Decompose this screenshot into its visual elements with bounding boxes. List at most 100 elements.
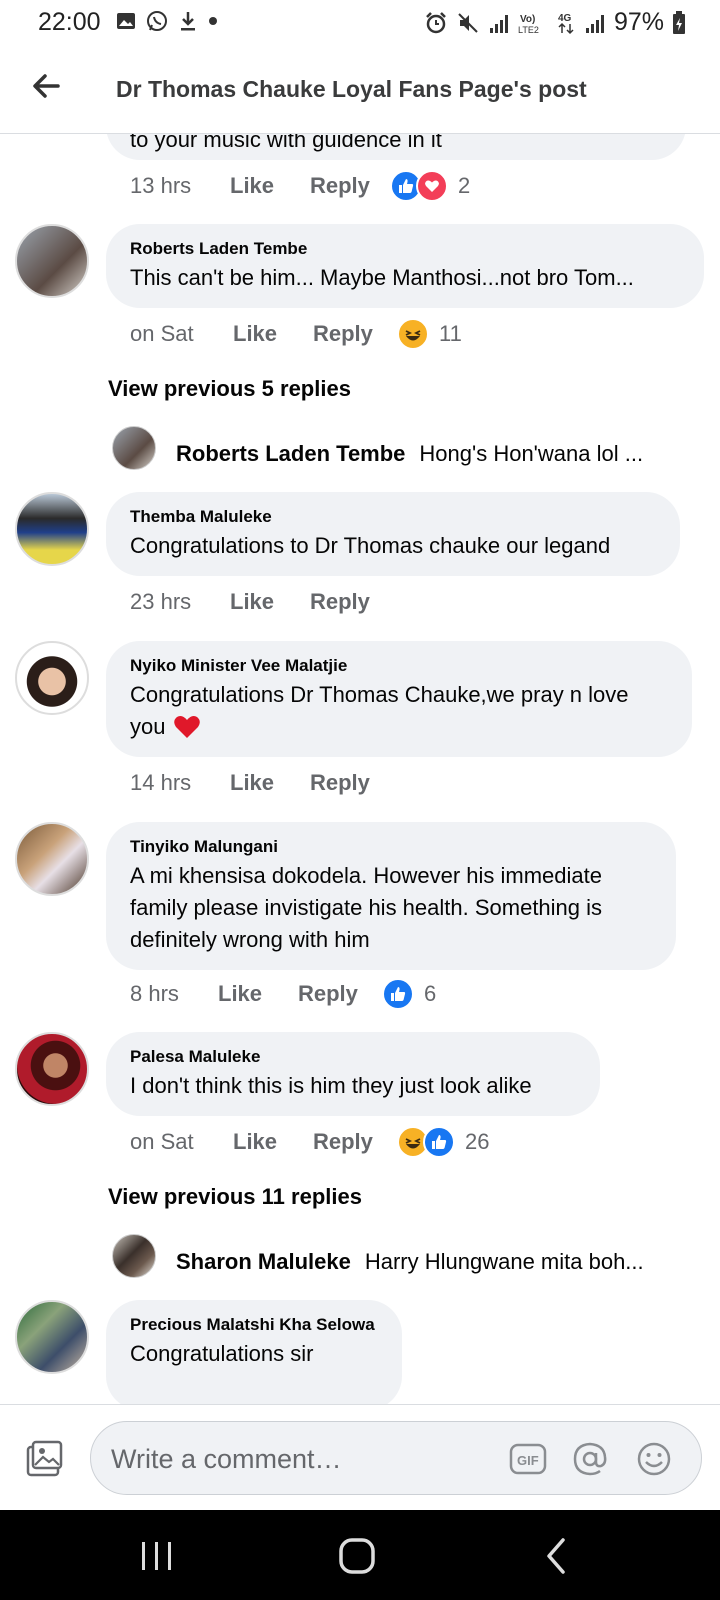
svg-text:Vo): Vo) <box>520 14 535 25</box>
comment-author[interactable]: Roberts Laden Tembe <box>130 238 680 260</box>
reply-button[interactable]: Reply <box>310 589 390 615</box>
comment-actions: on Sat Like Reply 26 <box>130 1125 489 1159</box>
back-arrow-icon[interactable] <box>28 68 64 104</box>
system-nav-bar <box>0 1510 720 1600</box>
comment-time: on Sat <box>130 1129 194 1154</box>
comment-text: to your music with guidence in it <box>130 134 442 152</box>
comment-author[interactable]: Precious Malatshi Kha Selowa <box>130 1314 378 1336</box>
comment-time: 13 hrs <box>130 173 192 198</box>
reply-button[interactable]: Reply <box>310 173 390 199</box>
mention-icon[interactable] <box>571 1440 609 1478</box>
svg-text:LTE2: LTE2 <box>518 25 539 35</box>
comment-time: 8 hrs <box>130 981 179 1006</box>
mute-icon <box>458 12 478 33</box>
recent-apps-icon[interactable] <box>137 1536 177 1576</box>
comment-author[interactable]: Themba Maluleke <box>130 506 656 528</box>
reaction-summary[interactable]: 26 <box>397 1126 489 1158</box>
comment-time: 14 hrs <box>130 770 192 795</box>
reaction-count: 26 <box>465 1129 490 1154</box>
comments-feed[interactable]: to your music with guidence in it 13 hrs… <box>0 134 720 1404</box>
reaction-count: 6 <box>424 981 437 1006</box>
status-time: 22:00 <box>38 8 101 36</box>
download-icon <box>181 12 195 31</box>
comment-text: I don't think this is him they just look… <box>130 1073 532 1098</box>
avatar[interactable] <box>112 426 156 470</box>
dot-icon <box>209 17 217 25</box>
view-previous-replies[interactable]: View previous 5 replies <box>108 376 351 402</box>
whatsapp-icon <box>147 11 167 31</box>
status-left-icons <box>116 10 218 32</box>
comment-text: This can't be him... Maybe Manthosi...no… <box>130 265 634 290</box>
comment-author[interactable]: Palesa Maluleke <box>130 1046 576 1068</box>
status-bar: 22:00 Vo) LTE2 4G 97% <box>0 0 720 48</box>
comment-bubble: Roberts Laden Tembe This can't be him...… <box>106 224 704 308</box>
comment-actions: 13 hrs Like Reply 2 <box>130 169 470 203</box>
avatar[interactable] <box>15 1032 89 1106</box>
like-reaction-icon <box>382 978 414 1010</box>
avatar[interactable] <box>112 1234 156 1278</box>
back-icon[interactable] <box>537 1536 577 1576</box>
comment-bubble: Themba Maluleke Congratulations to Dr Th… <box>106 492 680 576</box>
latest-reply[interactable]: Sharon Maluleke Harry Hlungwane mita boh… <box>176 1249 644 1275</box>
reaction-count: 11 <box>439 321 462 346</box>
love-reaction-icon <box>416 170 448 202</box>
photo-icon[interactable] <box>24 1439 64 1479</box>
reply-button[interactable]: Reply <box>313 321 397 347</box>
avatar[interactable] <box>15 1300 89 1374</box>
svg-text:4G: 4G <box>558 13 572 24</box>
comment-bubble: Nyiko Minister Vee Malatjie Congratulati… <box>106 641 692 757</box>
reaction-summary[interactable]: 6 <box>382 978 436 1010</box>
home-icon[interactable] <box>337 1536 377 1576</box>
battery-icon <box>673 10 685 34</box>
reply-text: Hong's Hon'wana lol ... <box>419 441 644 466</box>
avatar[interactable] <box>15 822 89 896</box>
haha-reaction-icon <box>397 318 429 350</box>
comment-actions: 8 hrs Like Reply 6 <box>130 977 436 1011</box>
avatar[interactable] <box>15 492 89 566</box>
reply-button[interactable]: Reply <box>298 981 382 1007</box>
heart-emoji-icon <box>174 716 201 738</box>
page-title: Dr Thomas Chauke Loyal Fans Page's post <box>116 76 587 102</box>
avatar[interactable] <box>15 641 89 715</box>
like-button[interactable]: Like <box>233 1129 313 1155</box>
signal-icon <box>585 14 604 33</box>
signal-icon <box>489 14 508 33</box>
comment-bubble: to your music with guidence in it <box>106 134 686 160</box>
gallery-icon <box>117 13 135 29</box>
view-previous-replies[interactable]: View previous 11 replies <box>108 1184 362 1210</box>
avatar[interactable] <box>15 224 89 298</box>
comment-author[interactable]: Tinyiko Malungani <box>130 836 652 858</box>
reaction-summary[interactable]: 11 <box>397 318 462 350</box>
comment-time: on Sat <box>130 321 194 346</box>
comment-time: 23 hrs <box>130 589 192 614</box>
comment-composer: GIF <box>0 1404 720 1510</box>
svg-text:GIF: GIF <box>517 1453 539 1468</box>
reaction-summary[interactable]: 2 <box>390 170 470 202</box>
latest-reply[interactable]: Roberts Laden Tembe Hong's Hon'wana lol … <box>176 441 643 467</box>
reply-button[interactable]: Reply <box>313 1129 397 1155</box>
comment-author[interactable]: Nyiko Minister Vee Malatjie <box>130 655 668 677</box>
comment-actions: 23 hrs Like Reply <box>130 585 390 619</box>
comment-text: A mi khensisa dokodela. However his imme… <box>130 863 603 888</box>
gif-icon[interactable]: GIF <box>509 1440 547 1478</box>
comment-box[interactable]: GIF <box>90 1421 702 1495</box>
comment-text: definitely wrong with him <box>130 927 370 952</box>
reply-button[interactable]: Reply <box>310 770 390 796</box>
emoji-icon[interactable] <box>635 1440 673 1478</box>
comment-text: you <box>130 711 668 743</box>
comment-input[interactable] <box>111 1442 491 1476</box>
like-button[interactable]: Like <box>233 321 313 347</box>
reply-author[interactable]: Sharon Maluleke <box>176 1249 351 1275</box>
comment-bubble: Tinyiko Malungani A mi khensisa dokodela… <box>106 822 676 970</box>
like-button[interactable]: Like <box>230 173 310 199</box>
reply-author[interactable]: Roberts Laden Tembe <box>176 441 405 467</box>
comment-text: Congratulations to Dr Thomas chauke our … <box>130 533 611 558</box>
comment-bubble: Precious Malatshi Kha Selowa Congratulat… <box>106 1300 402 1404</box>
comment-text-end: you <box>130 714 166 739</box>
like-button[interactable]: Like <box>218 981 298 1007</box>
like-button[interactable]: Like <box>230 770 310 796</box>
battery-percent: 97% <box>613 8 664 36</box>
4g-icon: 4G <box>558 13 574 34</box>
status-right: Vo) LTE2 4G 97% <box>424 8 686 37</box>
like-button[interactable]: Like <box>230 589 310 615</box>
